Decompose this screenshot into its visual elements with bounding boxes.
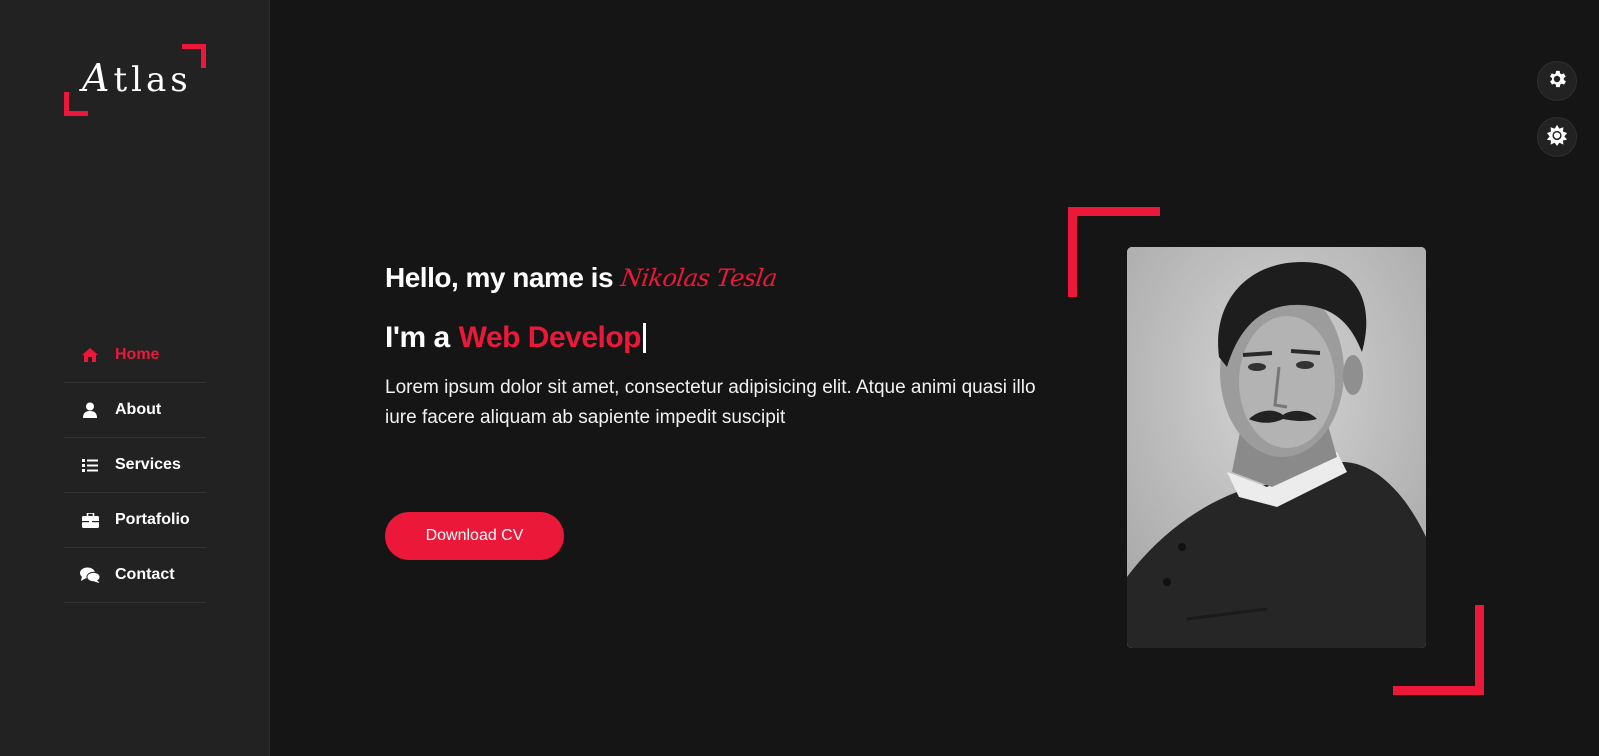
sun-icon: [1546, 124, 1568, 151]
nav-item-label: Home: [115, 346, 160, 363]
home-icon: [80, 347, 100, 363]
theme-toggle-button[interactable]: [1537, 117, 1577, 157]
hero-section: Hello, my name is Nikolas Tesla I'm a We…: [385, 255, 1045, 433]
nav-item-home[interactable]: Home: [64, 328, 206, 383]
hero-description: Lorem ipsum dolor sit amet, consectetur …: [385, 377, 1036, 428]
briefcase-icon: [80, 512, 100, 528]
nav-item-services[interactable]: Services: [64, 438, 206, 493]
user-icon: [80, 402, 100, 418]
hero-name: Nikolas Tesla: [619, 264, 779, 292]
nav-item-label: About: [115, 401, 162, 418]
list-icon: [80, 458, 100, 472]
download-cv-button[interactable]: Download CV: [385, 512, 564, 560]
logo[interactable]: Atlas: [64, 44, 206, 116]
comments-icon: [80, 567, 100, 583]
sidebar: Atlas Home About Services Portafolio Con…: [0, 0, 270, 756]
typing-cursor: [643, 323, 646, 353]
role-typed-text: Web Develop: [458, 321, 642, 354]
settings-button[interactable]: [1537, 61, 1577, 101]
nav-item-label: Portafolio: [115, 511, 190, 528]
profile-photo: [1127, 247, 1426, 648]
logo-first-letter: A: [82, 56, 114, 100]
nav-item-contact[interactable]: Contact: [64, 548, 206, 603]
hero-role: I'm a Web Develop: [385, 317, 1045, 359]
nav-item-portafolio[interactable]: Portafolio: [64, 493, 206, 548]
nav-item-label: Services: [115, 456, 181, 473]
gear-icon: [1546, 68, 1568, 95]
nav-item-about[interactable]: About: [64, 383, 206, 438]
logo-text: Atlas: [82, 56, 192, 100]
role-prefix: I'm a: [385, 321, 450, 354]
greeting-text: Hello, my name is: [385, 262, 614, 293]
main-nav: Home About Services Portafolio Contact: [64, 328, 206, 603]
hero-greeting: Hello, my name is Nikolas Tesla: [385, 255, 1045, 301]
logo-rest: tlas: [113, 60, 192, 100]
nav-item-label: Contact: [115, 566, 175, 583]
